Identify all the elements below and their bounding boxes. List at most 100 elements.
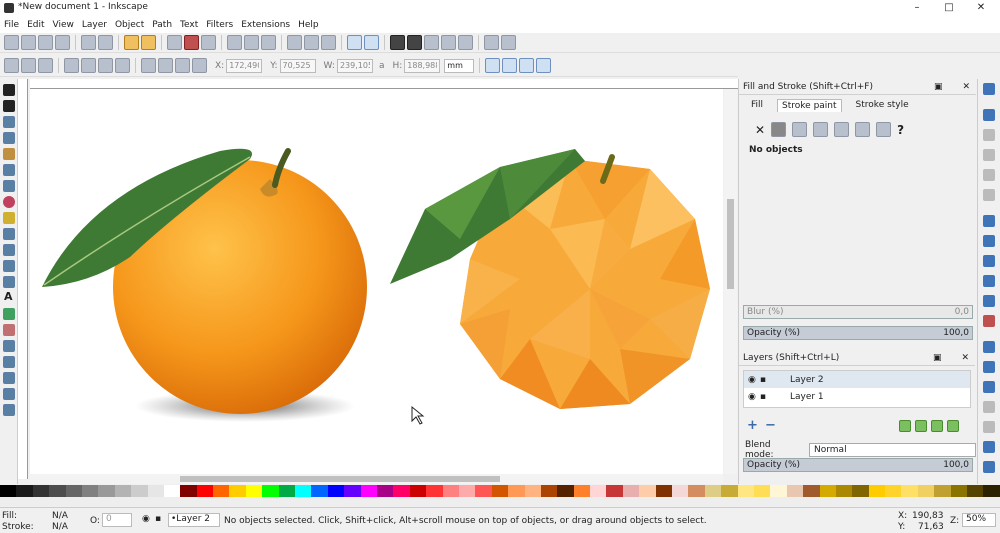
y-input[interactable] — [279, 58, 316, 73]
add-layer-button[interactable]: + — [747, 418, 758, 433]
pencil-tool-icon[interactable] — [3, 244, 15, 256]
layer-visibility-icon[interactable]: ◉ — [142, 514, 150, 524]
no-paint-icon[interactable]: ✕ — [755, 123, 765, 137]
text-tool-icon[interactable] — [407, 35, 422, 50]
panel-close-icon[interactable]: ✕ — [962, 82, 970, 92]
palette-swatch[interactable] — [590, 485, 607, 497]
palette-swatch[interactable] — [491, 485, 509, 497]
zoom-input[interactable]: 50% — [962, 513, 996, 527]
palette-swatch[interactable] — [967, 485, 984, 497]
palette-swatch[interactable] — [376, 485, 394, 497]
snap-toggle-icon[interactable] — [983, 83, 995, 95]
minimize-button[interactable]: – — [902, 0, 932, 16]
eye-icon[interactable]: ◉ — [748, 375, 756, 385]
palette-swatch[interactable] — [704, 485, 722, 497]
snap-bbox-center-icon[interactable] — [983, 189, 995, 201]
x-input[interactable] — [226, 58, 263, 73]
dropper-tool-icon[interactable] — [3, 388, 15, 400]
palette-swatch[interactable] — [606, 485, 623, 497]
spiral-tool-icon[interactable] — [3, 228, 15, 240]
canvas[interactable] — [30, 89, 723, 474]
palette-swatch[interactable] — [475, 485, 492, 497]
palette-swatch[interactable] — [737, 485, 754, 497]
measure-tool-icon[interactable] — [3, 148, 15, 160]
flip-horizontal-icon[interactable] — [98, 58, 113, 73]
palette-swatch[interactable] — [868, 485, 886, 497]
eraser-tool-icon[interactable] — [3, 324, 15, 336]
snap-bbox-corner-icon[interactable] — [983, 149, 995, 161]
open-icon[interactable] — [21, 35, 36, 50]
blend-mode-select[interactable]: Normal — [809, 443, 976, 457]
gradient-tool-icon[interactable] — [3, 356, 15, 368]
zoom-selection-icon[interactable] — [227, 35, 242, 50]
menu-help[interactable]: Help — [298, 20, 319, 30]
lower-icon[interactable] — [158, 58, 173, 73]
palette-swatch[interactable] — [196, 485, 214, 497]
snap-bbox-icon[interactable] — [983, 109, 995, 121]
unit-select[interactable]: mm — [444, 58, 475, 73]
menu-filters[interactable]: Filters — [206, 20, 233, 30]
horizontal-scrollbar[interactable] — [30, 474, 723, 484]
linear-gradient-icon[interactable] — [792, 122, 808, 137]
palette-swatch[interactable] — [540, 485, 558, 497]
palette-swatch[interactable] — [262, 485, 279, 497]
text-tool-icon[interactable]: A — [4, 290, 13, 303]
ellipse-tool-icon[interactable] — [3, 196, 15, 208]
preferences-icon[interactable] — [501, 35, 516, 50]
w-input[interactable] — [336, 58, 373, 73]
palette-swatch[interactable] — [917, 485, 935, 497]
palette-swatch[interactable] — [65, 485, 82, 497]
palette-swatch[interactable] — [557, 485, 574, 497]
palette-swatch[interactable] — [672, 485, 689, 497]
align-icon[interactable] — [458, 35, 473, 50]
layer-opacity-slider[interactable]: Opacity (%) 100,0 — [743, 458, 973, 472]
palette-swatch[interactable] — [409, 485, 427, 497]
palette-swatch[interactable] — [934, 485, 951, 497]
new-document-icon[interactable] — [4, 35, 19, 50]
palette-swatch[interactable] — [32, 485, 50, 497]
palette-swatch[interactable] — [180, 485, 197, 497]
panel-close-icon[interactable]: ✕ — [961, 353, 969, 363]
palette-swatch[interactable] — [753, 485, 771, 497]
panel-menu-icon[interactable]: ▣ — [934, 82, 943, 92]
palette-swatch[interactable] — [803, 485, 820, 497]
current-layer-select[interactable]: •Layer 2 — [168, 513, 220, 527]
transform-patterns-icon[interactable] — [536, 58, 552, 73]
snap-page-icon[interactable] — [983, 401, 995, 413]
redo-icon[interactable] — [141, 35, 156, 50]
snap-page-border-icon[interactable] — [983, 421, 995, 433]
snap-nodes-icon[interactable] — [983, 215, 995, 227]
palette-swatch[interactable] — [327, 485, 345, 497]
snap-smooth-icon[interactable] — [983, 295, 995, 307]
palette-scrollbar[interactable] — [0, 497, 1000, 506]
layer-row[interactable]: ◉ ▪ Layer 2 — [744, 371, 970, 388]
scrollbar-thumb[interactable] — [727, 199, 734, 289]
import-icon[interactable] — [81, 35, 96, 50]
flip-vertical-icon[interactable] — [115, 58, 130, 73]
calligraphy-tool-icon[interactable] — [3, 276, 15, 288]
lower-to-bottom-icon[interactable] — [141, 58, 156, 73]
group-icon[interactable] — [347, 35, 362, 50]
undo-icon[interactable] — [124, 35, 139, 50]
raise-icon[interactable] — [175, 58, 190, 73]
palette-swatch[interactable] — [147, 485, 164, 497]
palette-swatch[interactable] — [458, 485, 476, 497]
palette-swatch[interactable] — [786, 485, 804, 497]
ungroup-icon[interactable] — [364, 35, 379, 50]
palette-swatch[interactable] — [16, 485, 33, 497]
palette-swatch[interactable] — [770, 485, 787, 497]
menu-layer[interactable]: Layer — [82, 20, 107, 30]
lock-icon[interactable]: ▪ — [760, 375, 766, 385]
document-properties-icon[interactable] — [484, 35, 499, 50]
palette-swatch[interactable] — [0, 485, 17, 497]
palette-swatch[interactable] — [311, 485, 328, 497]
scale-corners-icon[interactable] — [502, 58, 518, 73]
tab-stroke-paint[interactable]: Stroke paint — [777, 99, 842, 112]
rectangle-tool-icon[interactable] — [3, 164, 15, 176]
save-icon[interactable] — [38, 35, 53, 50]
flat-color-icon[interactable] — [771, 122, 787, 137]
palette-swatch[interactable] — [163, 485, 181, 497]
snap-text-baseline-icon[interactable] — [983, 381, 995, 393]
rotate-cw-icon[interactable] — [81, 58, 96, 73]
xml-editor-icon[interactable] — [441, 35, 456, 50]
